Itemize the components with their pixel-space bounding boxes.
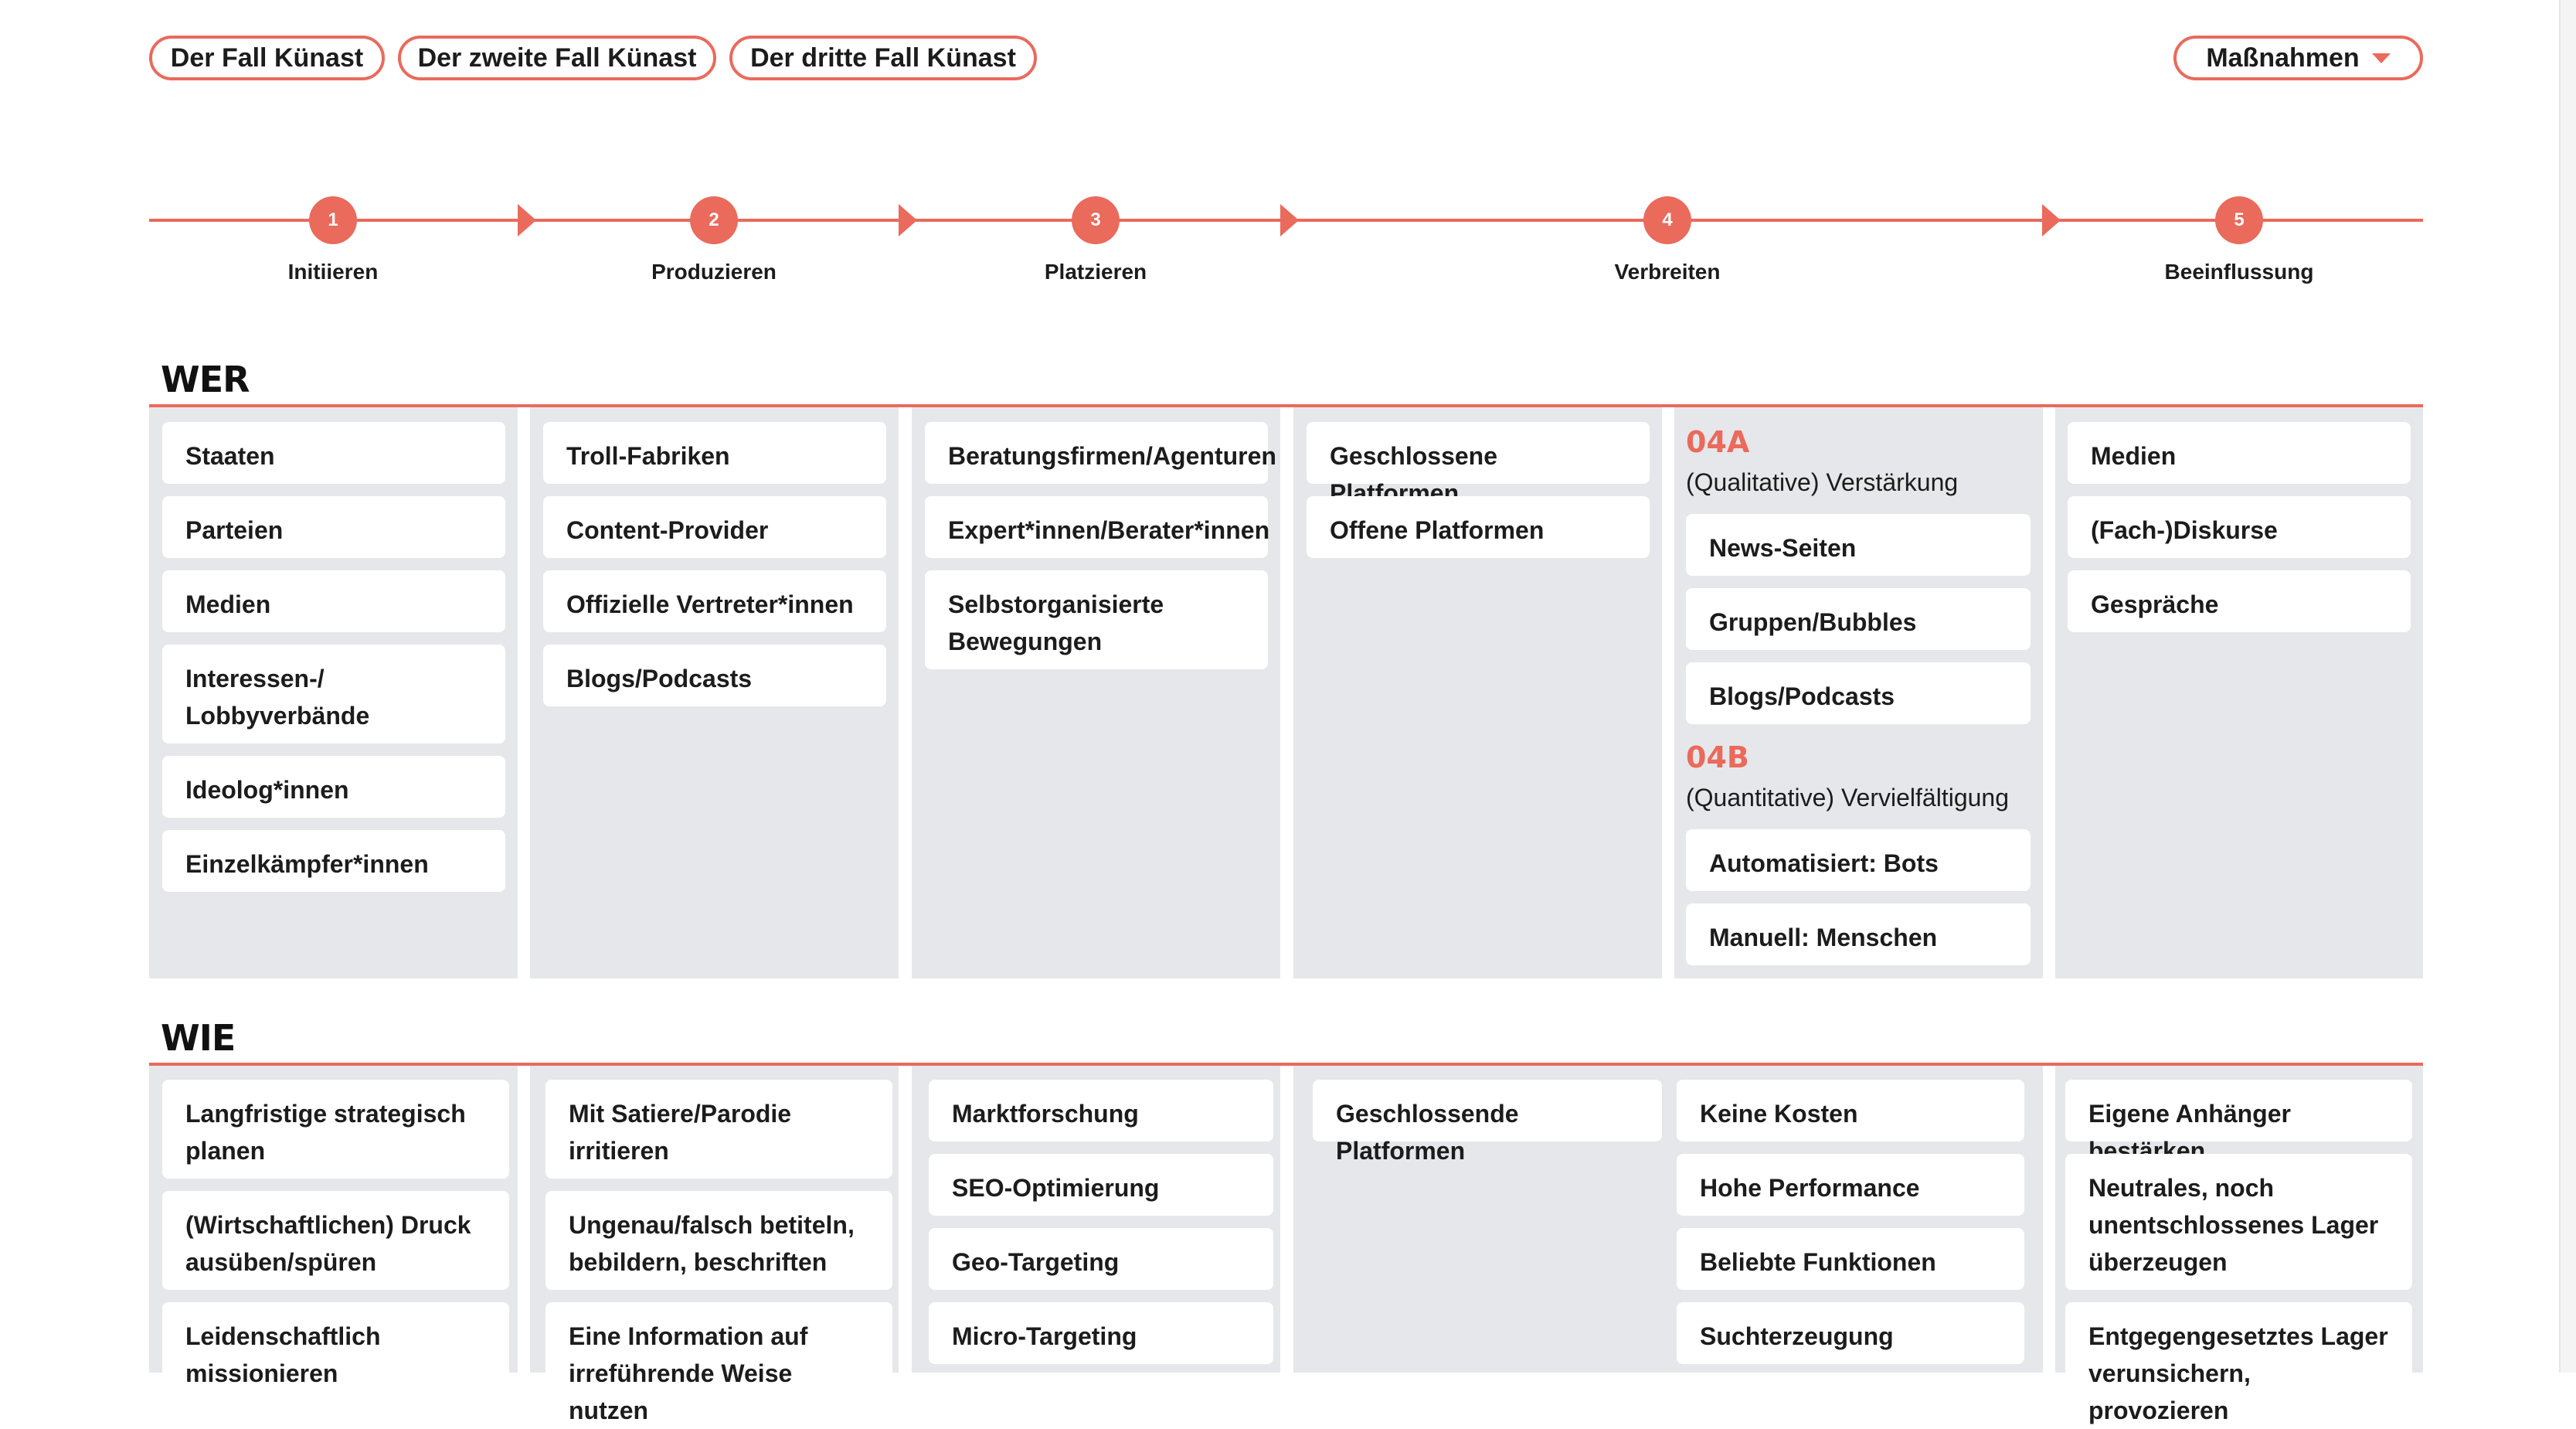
list-item[interactable]: Staaten bbox=[162, 422, 505, 484]
list-item[interactable]: Micro-Targeting bbox=[929, 1302, 1273, 1364]
list-item[interactable]: Eigene Anhänger bestärken bbox=[2065, 1080, 2412, 1165]
timeline-label-verbreiten: Verbreiten bbox=[1614, 260, 1721, 284]
timeline-arrow-icon bbox=[1280, 204, 1299, 236]
measures-label: Maßnahmen bbox=[2206, 43, 2360, 73]
list-item[interactable]: Entgegengesetztes Lager verunsichern, pr… bbox=[2065, 1302, 2412, 1424]
list-item[interactable]: Suchterzeugung bbox=[1677, 1302, 2024, 1364]
list-item[interactable]: Parteien bbox=[162, 496, 505, 558]
timeline-arrow-icon bbox=[518, 204, 536, 236]
measures-dropdown[interactable]: Maßnahmen bbox=[2173, 36, 2423, 80]
tab-der-zweite-fall-kuenast[interactable]: Der zweite Fall Künast bbox=[398, 36, 716, 80]
list-item[interactable]: Gruppen/Bubbles bbox=[1686, 588, 2031, 650]
timeline-step-4[interactable]: 4 bbox=[1643, 196, 1691, 244]
list-item[interactable]: Geschlossene Platformen bbox=[1307, 422, 1650, 507]
list-item[interactable]: Selbstorganisierte Bewegungen bbox=[925, 570, 1268, 669]
subgroup-description-04b: (Quantitative) Vervielfältigung bbox=[1686, 784, 2009, 811]
list-item[interactable]: Geo-Targeting bbox=[929, 1228, 1273, 1290]
list-item[interactable]: Geschlossende Platformen bbox=[1313, 1080, 1662, 1165]
timeline-step-3[interactable]: 3 bbox=[1072, 196, 1120, 244]
list-item[interactable]: Beratungsfirmen/Agenturen bbox=[925, 422, 1276, 484]
subgroup-heading-04b: 04B bbox=[1686, 740, 1749, 774]
list-item[interactable]: News-Seiten bbox=[1686, 514, 2031, 576]
tab-der-dritte-fall-kuenast[interactable]: Der dritte Fall Künast bbox=[729, 36, 1037, 80]
list-item[interactable]: Medien bbox=[162, 570, 505, 632]
section-title-wie: WIE bbox=[161, 1017, 236, 1059]
list-item[interactable]: Gespräche bbox=[2068, 570, 2411, 632]
timeline-label-beeinflussung: Beeinflussung bbox=[2164, 260, 2314, 284]
list-item[interactable]: Medien bbox=[2068, 422, 2411, 484]
timeline-label-initiieren: Initiieren bbox=[287, 260, 379, 284]
list-item[interactable]: SEO-Optimierung bbox=[929, 1154, 1273, 1216]
list-item[interactable]: Langfristige strategisch planen bbox=[162, 1080, 509, 1179]
list-item[interactable]: Marktforschung bbox=[929, 1080, 1273, 1141]
list-item[interactable]: Leidenschaftlich missionieren bbox=[162, 1302, 509, 1401]
section-title-wer: WER bbox=[161, 359, 250, 400]
timeline-label-platzieren: Platzieren bbox=[1044, 260, 1147, 284]
list-item[interactable]: Einzelkämpfer*innen bbox=[162, 830, 505, 892]
list-item[interactable]: Ungenau/falsch betiteln, bebildern, besc… bbox=[545, 1191, 892, 1290]
scrollbar[interactable] bbox=[2559, 0, 2576, 1373]
list-item[interactable]: Offizielle Vertreter*innen bbox=[543, 570, 886, 632]
list-item[interactable]: Neutrales, noch unentschlossenes Lager ü… bbox=[2065, 1154, 2412, 1290]
chevron-down-icon bbox=[2371, 53, 2391, 63]
wer-column-platzieren bbox=[912, 407, 1280, 978]
list-item[interactable]: Beliebte Funktionen bbox=[1677, 1228, 2024, 1290]
subgroup-description-04a: (Qualitative) Verstärkung bbox=[1686, 468, 1959, 496]
list-item[interactable]: Troll-Fabriken bbox=[543, 422, 886, 484]
subgroup-heading-04a: 04A bbox=[1686, 425, 1750, 459]
list-item[interactable]: Keine Kosten bbox=[1677, 1080, 2024, 1141]
list-item[interactable]: Interessen-/ Lobbyverbände bbox=[162, 645, 505, 743]
timeline-arrow-icon bbox=[899, 204, 917, 236]
list-item[interactable]: Manuell: Menschen bbox=[1686, 903, 2031, 965]
list-item[interactable]: Mit Satiere/Parodie irritieren bbox=[545, 1080, 892, 1179]
list-item[interactable]: Hohe Performance bbox=[1677, 1154, 2024, 1216]
list-item[interactable]: Ideolog*innen bbox=[162, 756, 505, 818]
list-item[interactable]: Blogs/Podcasts bbox=[543, 645, 886, 706]
list-item[interactable]: Offene Platformen bbox=[1307, 496, 1650, 558]
timeline-arrow-icon bbox=[2042, 204, 2061, 236]
tab-der-fall-kuenast[interactable]: Der Fall Künast bbox=[149, 36, 385, 80]
list-item[interactable]: Eine Information auf irreführende Weise … bbox=[545, 1302, 892, 1424]
list-item[interactable]: Expert*innen/Berater*innen bbox=[925, 496, 1269, 558]
timeline-label-produzieren: Produzieren bbox=[651, 260, 777, 284]
list-item[interactable]: (Wirtschaftlichen) Druck ausüben/spüren bbox=[162, 1191, 509, 1290]
timeline-step-5[interactable]: 5 bbox=[2215, 196, 2263, 244]
wer-column-beeinflussung bbox=[2055, 407, 2423, 978]
timeline-step-2[interactable]: 2 bbox=[690, 196, 738, 244]
list-item[interactable]: Automatisiert: Bots bbox=[1686, 829, 2031, 891]
list-item[interactable]: (Fach-)Diskurse bbox=[2068, 496, 2411, 558]
list-item[interactable]: Blogs/Podcasts bbox=[1686, 662, 2031, 724]
timeline-step-1[interactable]: 1 bbox=[309, 196, 357, 244]
list-item[interactable]: Content-Provider bbox=[543, 496, 886, 558]
